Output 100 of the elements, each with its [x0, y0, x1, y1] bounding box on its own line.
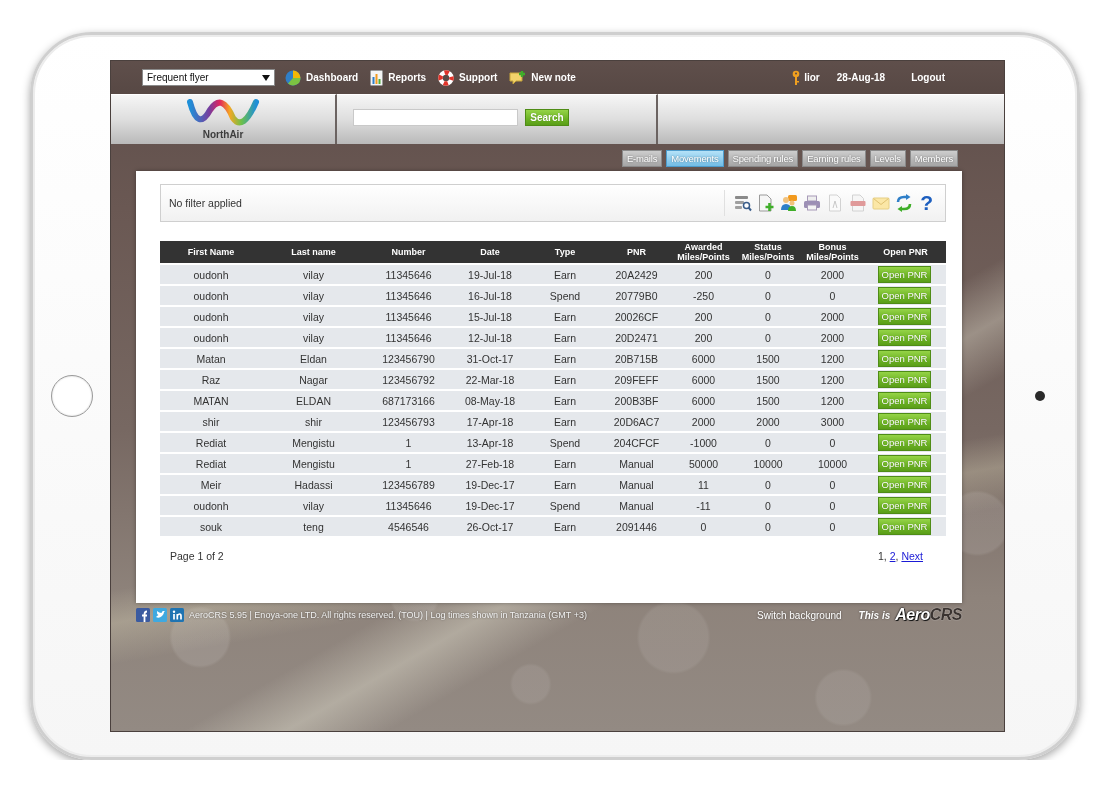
- table-cell: 200: [671, 328, 736, 347]
- table-cell: 0: [736, 307, 800, 326]
- printer-icon[interactable]: [803, 194, 822, 212]
- search-field[interactable]: [353, 109, 518, 126]
- table-cell: oudonh: [160, 328, 262, 347]
- table-cell: 12-Jul-18: [452, 328, 528, 347]
- table-cell: Hadassi: [262, 475, 365, 494]
- open-pnr-button[interactable]: Open PNR: [878, 266, 931, 283]
- open-pnr-button[interactable]: Open PNR: [878, 287, 931, 304]
- table-cell: 1: [365, 454, 452, 473]
- logout-link[interactable]: Logout: [911, 72, 945, 83]
- next-link[interactable]: Next: [901, 550, 923, 562]
- search-button[interactable]: Search: [525, 109, 569, 126]
- table-cell: 20779B0: [602, 286, 671, 305]
- open-pnr-button[interactable]: Open PNR: [878, 455, 931, 472]
- open-pnr-button[interactable]: Open PNR: [878, 518, 931, 535]
- table-cell: 20026CF: [602, 307, 671, 326]
- column-header: Bonus Miles/Points: [800, 241, 865, 263]
- table-cell: 1200: [800, 370, 865, 389]
- file-icon[interactable]: [849, 194, 868, 212]
- table-cell: Mengistu: [262, 454, 365, 473]
- table-cell: Manual: [602, 496, 671, 515]
- tab[interactable]: Levels: [869, 150, 906, 167]
- people-icon[interactable]: [780, 194, 799, 212]
- table-cell: 22-Mar-18: [452, 370, 528, 389]
- table-cell: 20A2429: [602, 265, 671, 284]
- table-cell: 0: [800, 433, 865, 452]
- table-cell: 687173166: [365, 391, 452, 410]
- table-cell: 10000: [800, 454, 865, 473]
- open-pnr-button[interactable]: Open PNR: [878, 434, 931, 451]
- table-cell: 20B715B: [602, 349, 671, 368]
- table-cell: 2000: [800, 328, 865, 347]
- switch-background-link[interactable]: Switch background: [757, 609, 842, 621]
- add-document-icon[interactable]: [757, 194, 776, 212]
- column-header: Type: [528, 241, 602, 263]
- list-search-icon[interactable]: [734, 194, 753, 212]
- table-cell: 0: [671, 517, 736, 536]
- table-cell: 123456793: [365, 412, 452, 431]
- module-dropdown[interactable]: Frequent flyer: [142, 69, 275, 86]
- table-cell: 11345646: [365, 307, 452, 326]
- table-cell: 123456792: [365, 370, 452, 389]
- tab[interactable]: E-mails: [621, 150, 663, 167]
- lifebuoy-icon: [438, 69, 455, 86]
- nav-link[interactable]: New note: [509, 69, 576, 86]
- open-pnr-button[interactable]: Open PNR: [878, 308, 931, 325]
- table-cell: 15-Jul-18: [452, 307, 528, 326]
- footer-logo: AeroCRS: [895, 607, 962, 623]
- open-pnr-button[interactable]: Open PNR: [878, 329, 931, 346]
- table-cell: Earn: [528, 454, 602, 473]
- open-pnr-button[interactable]: Open PNR: [878, 350, 931, 367]
- tab[interactable]: Spending rules: [727, 150, 799, 167]
- current-page: 1: [877, 550, 884, 562]
- current-date: 28-Aug-18: [836, 72, 886, 83]
- table-cell: Earn: [528, 328, 602, 347]
- table-cell: 2000: [800, 307, 865, 326]
- column-header: Date: [452, 241, 528, 263]
- table-cell: 1200: [800, 349, 865, 368]
- table-cell: 10000: [736, 454, 800, 473]
- open-pnr-button[interactable]: Open PNR: [878, 392, 931, 409]
- table-cell: Spend: [528, 286, 602, 305]
- table-cell: Rediat: [160, 454, 262, 473]
- column-header: Open PNR: [865, 241, 946, 263]
- tab[interactable]: Members: [909, 150, 958, 167]
- table-cell: Mengistu: [262, 433, 365, 452]
- open-pnr-button[interactable]: Open PNR: [878, 371, 931, 388]
- wave-logo-icon: [186, 98, 260, 128]
- table-cell: Raz: [160, 370, 262, 389]
- refresh-icon[interactable]: [895, 194, 914, 212]
- tab[interactable]: Earning rules: [802, 150, 866, 167]
- filter-status: No filter applied: [169, 197, 242, 209]
- table-cell: 08-May-18: [452, 391, 528, 410]
- table-cell: 19-Dec-17: [452, 475, 528, 494]
- table-cell: 123456789: [365, 475, 452, 494]
- help-button[interactable]: ?: [918, 193, 935, 213]
- open-pnr-button[interactable]: Open PNR: [878, 413, 931, 430]
- twitter-icon[interactable]: [153, 608, 167, 622]
- table-cell: 200: [671, 307, 736, 326]
- table-cell: oudonh: [160, 496, 262, 515]
- nav-link[interactable]: Reports: [370, 69, 427, 86]
- open-pnr-button[interactable]: Open PNR: [878, 476, 931, 493]
- table-cell: Earn: [528, 391, 602, 410]
- table-cell: vilay: [262, 328, 365, 347]
- tab[interactable]: Movements: [666, 150, 724, 167]
- table-cell: vilay: [262, 286, 365, 305]
- table-cell: vilay: [262, 496, 365, 515]
- table-cell: Earn: [528, 265, 602, 284]
- table-cell: 0: [736, 265, 800, 284]
- column-header: Awarded Miles/Points: [671, 241, 736, 263]
- facebook-icon[interactable]: [136, 608, 150, 622]
- table-cell: 19-Dec-17: [452, 496, 528, 515]
- table-cell: Spend: [528, 433, 602, 452]
- pagination-separator: ,: [895, 550, 899, 562]
- nav-link[interactable]: Support: [438, 69, 498, 86]
- linkedin-icon[interactable]: [170, 608, 184, 622]
- nav-link[interactable]: Dashboard: [285, 69, 359, 86]
- table-cell: 0: [800, 517, 865, 536]
- tagline: This is: [858, 609, 891, 621]
- open-pnr-button[interactable]: Open PNR: [878, 497, 931, 514]
- table-cell: Earn: [528, 307, 602, 326]
- table-cell: 11: [671, 475, 736, 494]
